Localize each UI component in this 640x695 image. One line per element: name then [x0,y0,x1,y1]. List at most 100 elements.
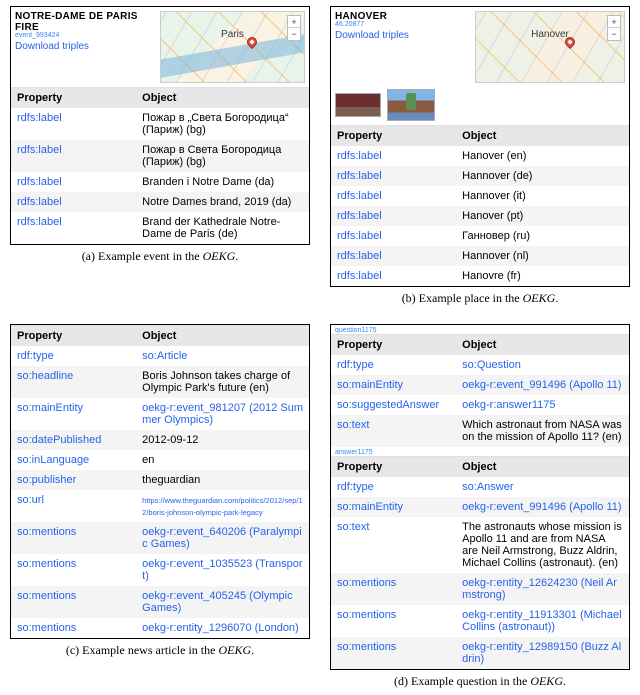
property-cell[interactable]: rdfs:label [337,250,382,262]
zoom-out-icon: − [288,28,300,40]
object-cell: Which astronaut from NASA was on the mis… [462,419,622,443]
properties-table: Property Object rdfs:labelHanover (en)rd… [331,125,629,286]
object-cell: Notre Dames brand, 2019 (da) [142,196,291,208]
download-triples-link[interactable]: Download triples [15,41,89,52]
property-cell[interactable]: rdfs:label [17,196,62,208]
property-cell[interactable]: rdfs:label [337,150,382,162]
property-cell[interactable]: so:mentions [337,609,396,621]
table-row: rdfs:label Brand der Kathedrale Notre-Dam… [11,212,309,244]
table-row: so:inLanguageen [11,450,309,470]
property-cell[interactable]: so:datePublished [17,434,101,446]
caption-b: (b) Example place in the OEKG. [402,291,559,306]
caption-a: (a) Example event in the OEKG. [82,249,239,264]
object-cell[interactable]: oekg-r:entity_11913301 (Michael Collins … [462,609,621,633]
property-cell[interactable]: so:text [337,521,369,533]
table-row: so:mainEntity oekg-r:event_991496 (Apollo… [331,497,629,517]
table-row: rdf:type so:Answer [331,477,629,497]
property-cell[interactable]: so:mainEntity [337,501,403,513]
object-cell: Boris Johnson takes charge of Olympic Pa… [142,370,290,394]
object-cell[interactable]: oekg-r:entity_12989150 (Buzz Aldrin) [462,641,621,665]
table-row: rdfs:label Hannover (nl) [331,246,629,266]
table-row: rdfs:label Пожар в Света Богородица (Пари… [11,140,309,172]
map-hanover[interactable]: Hanover +− [475,11,625,83]
object-cell[interactable]: oekg-r:entity_12624230 (Neil Armstrong) [462,577,617,601]
property-cell[interactable]: so:publisher [17,474,76,486]
object-cell: Hannover (it) [462,190,526,202]
object-cell: Hannover (de) [462,170,532,182]
property-cell[interactable]: rdf:type [17,350,54,362]
property-cell[interactable]: rdfs:label [337,230,382,242]
object-cell[interactable]: https://www.theguardian.com/politics/201… [142,496,303,517]
object-cell: Branden i Notre Dame (da) [142,176,274,188]
property-cell[interactable]: rdfs:label [337,190,382,202]
property-cell[interactable]: rdfs:label [17,144,62,156]
question-id: question1175 [331,325,629,334]
thumbnail-image[interactable] [387,89,435,121]
object-cell[interactable]: so:Question [462,359,521,371]
property-cell[interactable]: so:mentions [17,590,76,602]
thumbnail-row [331,87,629,125]
table-row: so:datePublished 2012-09-12 [11,430,309,450]
property-cell[interactable]: so:suggestedAnswer [337,399,439,411]
property-cell[interactable]: rdfs:label [337,270,382,282]
property-cell[interactable]: rdf:type [337,359,374,371]
property-cell[interactable]: rdfs:label [17,176,62,188]
property-cell[interactable]: so:inLanguage [17,454,89,466]
panel-question: question1175 Property Object rdf:typeso:… [330,324,630,670]
table-row: rdfs:label Notre Dames brand, 2019 (da) [11,192,309,212]
object-cell: Пожар в „Света Богородица“ (Париж) (bg) [142,112,288,136]
object-cell[interactable]: oekg-r:event_405245 (Olympic Games) [142,590,292,614]
table-row: so:headline Boris Johnson takes charge of… [11,366,309,398]
property-cell[interactable]: so:mentions [337,577,396,589]
object-cell: Brand der Kathedrale Notre-Dame de Paris… [142,216,280,240]
object-cell[interactable]: oekg-r:event_991496 (Apollo 11) [462,501,621,513]
property-cell[interactable]: so:text [337,419,369,431]
object-cell[interactable]: oekg-r:event_991496 (Apollo 11) [462,379,621,391]
object-cell[interactable]: oekg-r:event_981207 (2012 Summer Olympic… [142,402,303,426]
property-cell[interactable]: rdfs:label [337,170,382,182]
object-cell[interactable]: so:Article [142,350,187,362]
property-cell[interactable]: so:mainEntity [337,379,403,391]
property-cell[interactable]: rdf:type [337,481,374,493]
property-cell[interactable]: so:headline [17,370,73,382]
panel-event: NOTRE-DAME DE PARIS FIRE event_993424 Do… [10,6,310,245]
download-triples-link[interactable]: Download triples [335,30,409,41]
object-cell[interactable]: oekg-r:answer1175 [462,399,555,411]
object-cell[interactable]: oekg-r:event_1035523 (Transport) [142,558,302,582]
table-row: so:mentions oekg-r:entity_11913301 (Micha… [331,605,629,637]
col-property: Property [11,88,136,109]
object-cell[interactable]: oekg-r:event_640206 (Paralympic Games) [142,526,302,550]
property-cell[interactable]: so:mentions [17,558,76,570]
thumbnail-image[interactable] [335,93,381,117]
property-cell[interactable]: so:mainEntity [17,402,83,414]
object-cell: theguardian [142,474,200,486]
table-row: so:mentions oekg-r:event_1035523 (Transpo… [11,554,309,586]
zoom-control[interactable]: +− [607,15,621,41]
table-row: rdfs:label Пожар в „Света Богородица“ (Па… [11,108,309,140]
table-row: rdfs:label Hanover (pt) [331,206,629,226]
col-property: Property [331,457,456,478]
table-row: so:mentions oekg-r:entity_12989150 (Buzz … [331,637,629,669]
property-cell[interactable]: so:mentions [17,526,76,538]
object-cell: Пожар в Света Богородица (Париж) (bg) [142,144,281,168]
property-cell[interactable]: rdfs:label [337,210,382,222]
object-cell: Hannover (nl) [462,250,529,262]
property-cell[interactable]: so:mentions [17,622,76,634]
map-paris[interactable]: Paris +− [160,11,305,83]
object-cell: 2012-09-12 [142,434,198,446]
object-cell[interactable]: so:Answer [462,481,513,493]
object-cell[interactable]: oekg-r:entity_1296070 (London) [142,622,299,634]
property-cell[interactable]: rdfs:label [17,112,62,124]
property-cell[interactable]: so:url [17,494,44,506]
table-row: so:url https://www.theguardian.com/politi… [11,490,309,522]
table-row: rdfs:labelHanovre (fr) [331,266,629,286]
table-row: so:mentions oekg-r:entity_1296070 (London… [11,618,309,638]
properties-table-answer: Property Object rdf:typeso:Answerso:main… [331,456,629,669]
object-cell: Hanover (pt) [462,210,523,222]
property-cell[interactable]: so:mentions [337,641,396,653]
zoom-control[interactable]: +− [287,15,301,41]
object-cell: Ганновер (ru) [462,230,530,242]
property-cell[interactable]: rdfs:label [17,216,62,228]
caption-d: (d) Example question in the OEKG. [394,674,566,689]
properties-table: Property Object rdf:typeso:Articleso:hea… [11,325,309,638]
